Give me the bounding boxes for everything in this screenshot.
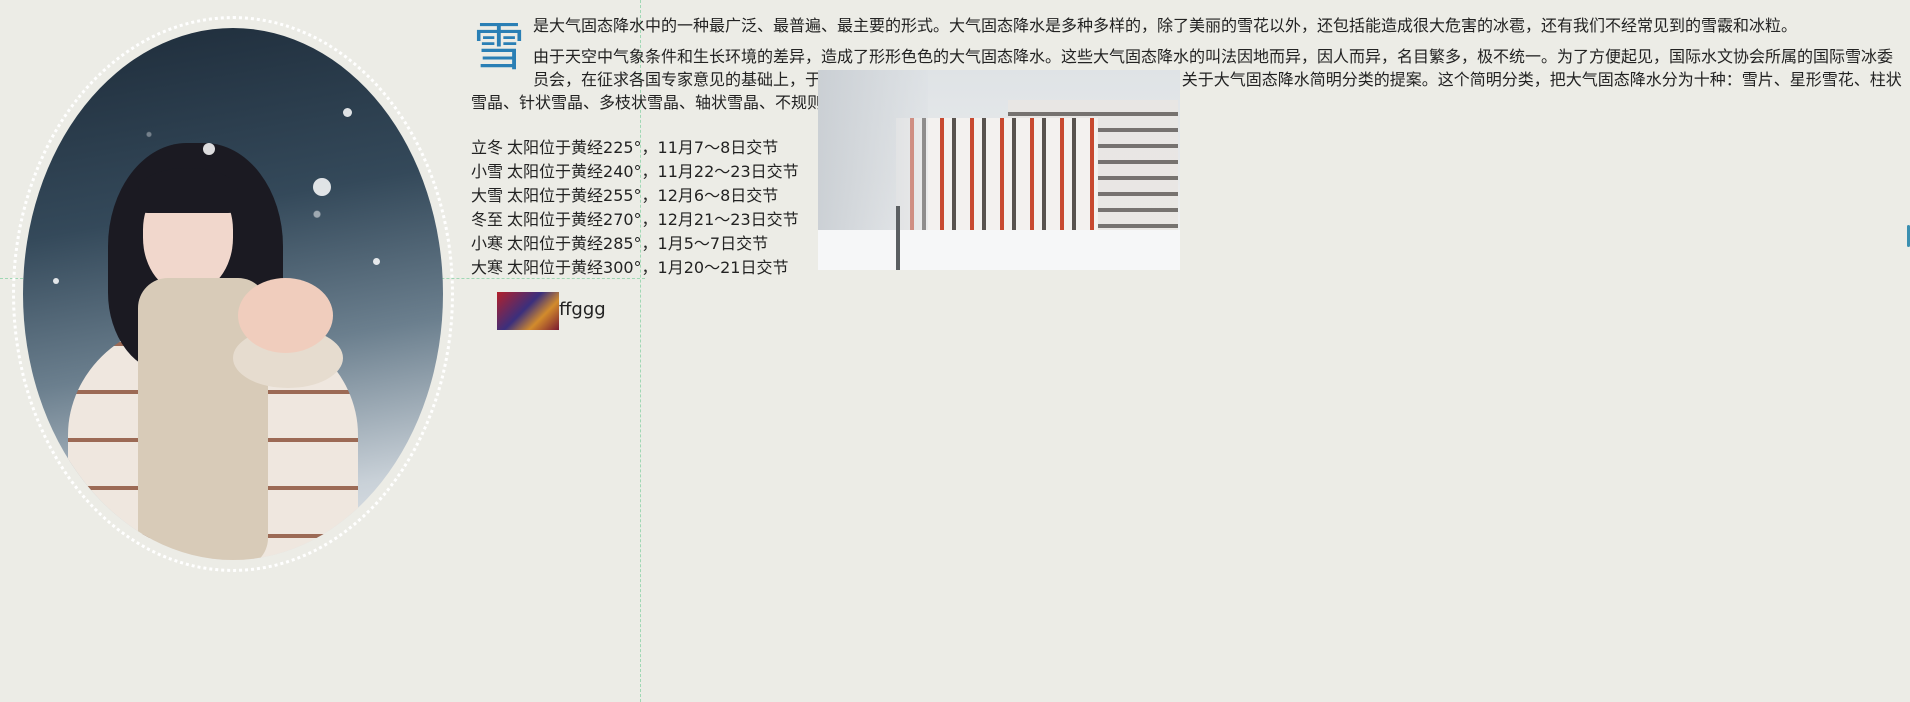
snowflake <box>343 108 352 117</box>
photo-snow-ground <box>818 230 1180 270</box>
solar-term-desc: 太阳位于黄经300°，1月20～21日交节 <box>507 258 789 277</box>
solar-term-desc: 太阳位于黄经285°，1月5～7日交节 <box>507 234 769 253</box>
article-paragraph-2: 由于天空中气象条件和生长环境的差异，造成了形形色色的大气固态降水。这些大气固态降… <box>471 47 1902 112</box>
dropcap: 雪 <box>473 18 526 78</box>
solar-term-desc: 太阳位于黄经255°，12月6～8日交节 <box>507 186 779 205</box>
solar-term-row: 小寒 太阳位于黄经285°，1月5～7日交节 <box>471 232 799 256</box>
solar-term-row: 大寒 太阳位于黄经300°，1月20～21日交节 <box>471 256 799 280</box>
snowflake <box>373 258 380 265</box>
solar-term-row: 冬至 太阳位于黄经270°，12月21～23日交节 <box>471 208 799 232</box>
snowflake <box>313 178 331 196</box>
avatar-caption: ffggg <box>559 299 606 320</box>
solar-term-name: 小寒 <box>471 234 504 253</box>
solar-term-name: 大寒 <box>471 258 504 277</box>
solar-term-desc: 太阳位于黄经240°，11月22～23日交节 <box>507 162 799 181</box>
snowy-building-photo <box>818 70 1180 270</box>
snowflake <box>53 278 59 284</box>
solar-term-desc: 太阳位于黄经270°，12月21～23日交节 <box>507 210 799 229</box>
snowflake <box>83 88 91 96</box>
snowflake <box>203 143 215 155</box>
solar-term-row: 立冬 太阳位于黄经225°，11月7～8日交节 <box>471 136 799 160</box>
solar-terms-list: 立冬 太阳位于黄经225°，11月7～8日交节 小雪 太阳位于黄经240°，11月2… <box>471 136 799 280</box>
article-paragraph-1: 是大气固态降水中的一种最广泛、最普遍、最主要的形式。大气固态降水是多种多样的，除… <box>533 16 1798 35</box>
snow-girl-photo <box>23 28 443 560</box>
solar-term-name: 立冬 <box>471 138 504 157</box>
solar-term-desc: 太阳位于黄经225°，11月7～8日交节 <box>507 138 779 157</box>
avatar-image[interactable] <box>497 292 559 330</box>
snowflake <box>123 58 128 63</box>
solar-term-row: 大雪 太阳位于黄经255°，12月6～8日交节 <box>471 184 799 208</box>
solar-term-name: 小雪 <box>471 162 504 181</box>
solar-term-name: 冬至 <box>471 210 504 229</box>
photo-bangs <box>138 168 238 213</box>
photo-hands <box>238 278 333 353</box>
photo-lamp-pole <box>896 206 900 270</box>
solar-term-row: 小雪 太阳位于黄经240°，11月22～23日交节 <box>471 160 799 184</box>
solar-term-name: 大雪 <box>471 186 504 205</box>
snow-article: 雪 是大气固态降水中的一种最广泛、最普遍、最主要的形式。大气固态降水是多种多样的… <box>471 14 1906 114</box>
